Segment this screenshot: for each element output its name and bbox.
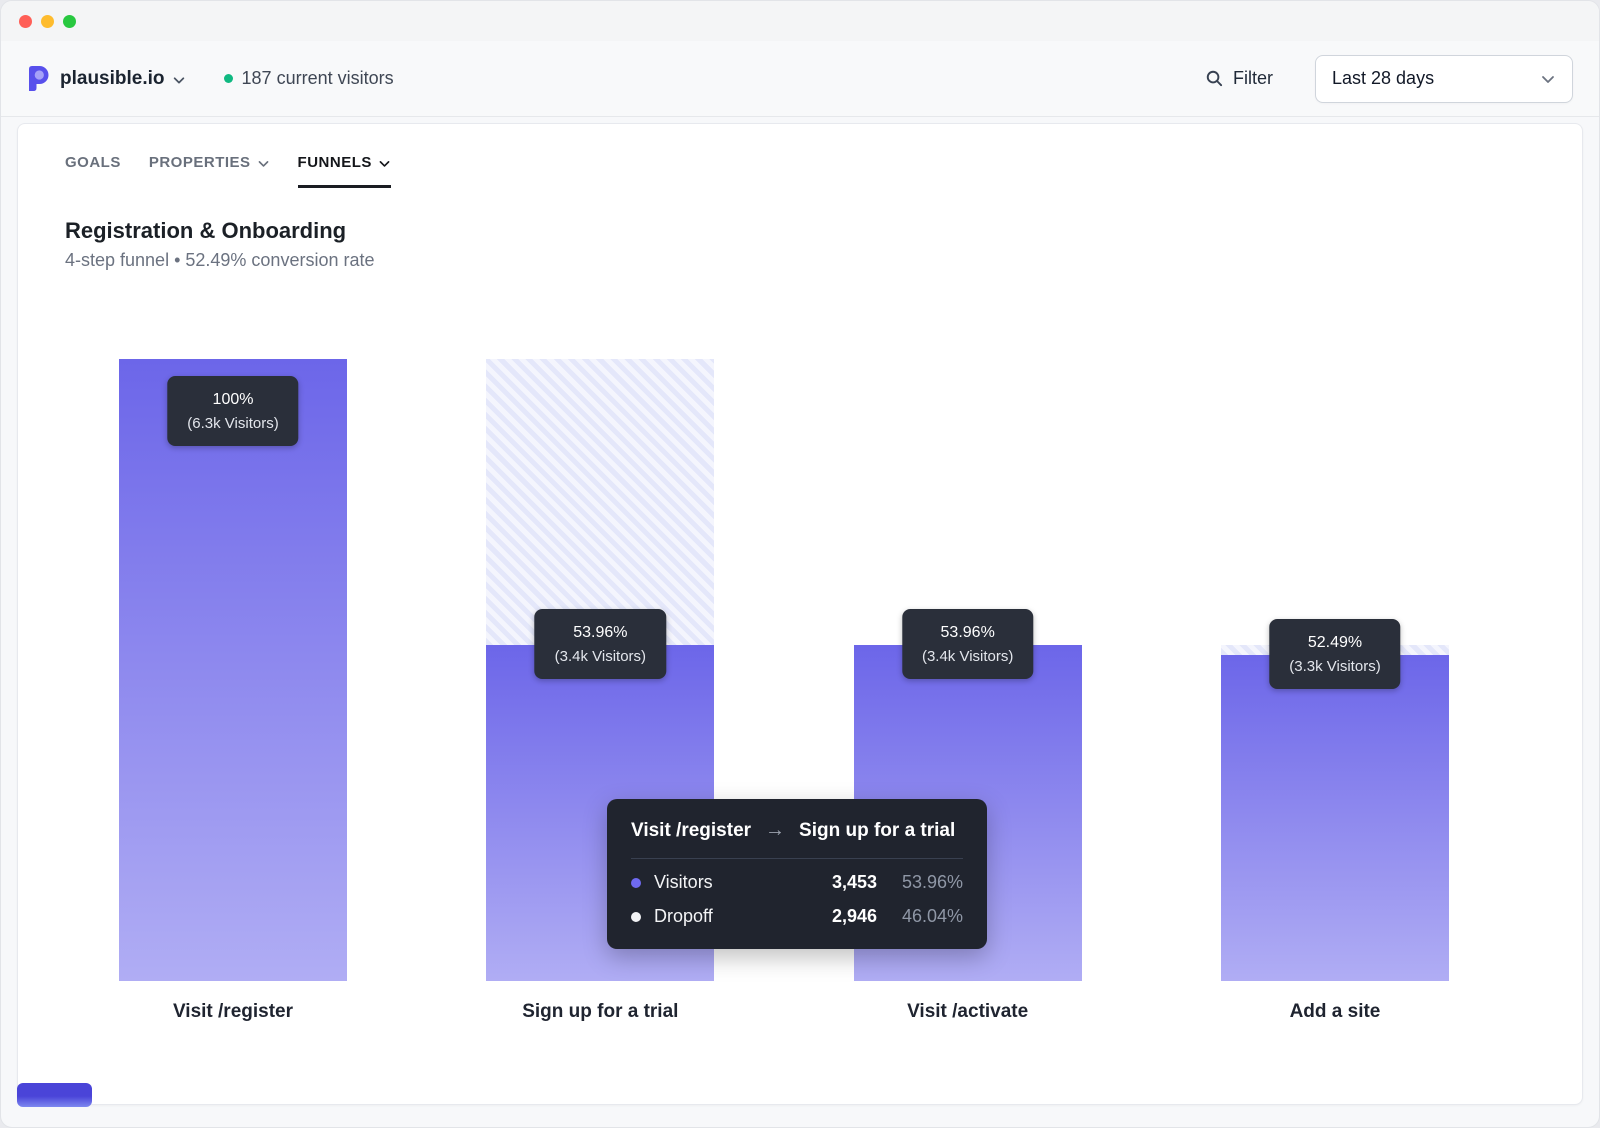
chevron-down-icon [378, 157, 391, 170]
plausible-logo-icon [27, 65, 50, 92]
date-range-select[interactable]: Last 28 days [1315, 55, 1573, 103]
tab-goals-label: GOALS [65, 154, 121, 171]
app-window: plausible.io 187 current visitors Filter… [0, 0, 1600, 1128]
zoom-window-button[interactable] [63, 15, 76, 28]
tooltip-to-step: Sign up for a trial [799, 820, 955, 842]
tooltip-row-label: Visitors [654, 872, 799, 893]
tooltip-row-visitors: Visitors 3,453 53.96% [631, 872, 963, 893]
funnel-step-column: 52.49% (3.3k Visitors) Add a site [1221, 359, 1449, 1023]
step-percent: 100% [187, 387, 278, 412]
step-visitors: (3.4k Visitors) [555, 645, 646, 668]
funnel-step-column: 100% (6.3k Visitors) Visit /register [119, 359, 347, 1023]
dropoff-dot-icon [631, 912, 641, 922]
tooltip-row-label: Dropoff [654, 906, 799, 927]
arrow-right-icon: → [765, 819, 785, 842]
chevron-down-icon [1540, 71, 1556, 87]
tab-properties-label: PROPERTIES [149, 154, 251, 171]
partially-visible-element [17, 1083, 92, 1107]
current-visitors-indicator[interactable]: 187 current visitors [224, 68, 394, 89]
filter-button[interactable]: Filter [1205, 68, 1273, 89]
funnel-bar[interactable] [1221, 655, 1449, 982]
step-visitors: (6.3k Visitors) [187, 412, 278, 435]
step-label: Sign up for a trial [486, 1001, 714, 1023]
funnel-tooltip: Visit /register → Sign up for a trial Vi… [607, 799, 987, 949]
step-percent: 53.96% [922, 620, 1013, 645]
tooltip-header: Visit /register → Sign up for a trial [631, 819, 963, 842]
funnel-subtitle: 4-step funnel • 52.49% conversion rate [65, 250, 1535, 271]
chevron-down-icon [172, 73, 186, 87]
funnel-title: Registration & Onboarding [65, 218, 1535, 244]
funnel-chart: 100% (6.3k Visitors) Visit /register 53.… [18, 359, 1582, 1023]
top-navigation-bar: plausible.io 187 current visitors Filter… [1, 41, 1599, 117]
step-visitors: (3.3k Visitors) [1289, 655, 1380, 678]
tooltip-from-step: Visit /register [631, 820, 751, 842]
tab-goals[interactable]: GOALS [65, 152, 121, 188]
live-visitors-dot-icon [224, 74, 233, 83]
step-label: Visit /activate [854, 1001, 1082, 1023]
current-visitors-label: 187 current visitors [242, 68, 394, 89]
step-stats-badge: 53.96% (3.4k Visitors) [902, 609, 1033, 679]
tooltip-divider [631, 858, 963, 859]
tooltip-row-value: 3,453 [799, 872, 877, 893]
report-tabs: GOALS PROPERTIES FUNNELS [65, 152, 1535, 188]
chevron-down-icon [257, 157, 270, 170]
step-label: Visit /register [119, 1001, 347, 1023]
tooltip-row-value: 2,946 [799, 906, 877, 927]
tooltip-row-percent: 46.04% [877, 906, 963, 927]
step-percent: 52.49% [1289, 630, 1380, 655]
main-content: GOALS PROPERTIES FUNNELS Registration & … [1, 117, 1599, 1128]
step-stats-badge: 100% (6.3k Visitors) [167, 376, 298, 446]
step-stats-badge: 52.49% (3.3k Visitors) [1269, 619, 1400, 689]
step-label: Add a site [1221, 1001, 1449, 1023]
step-percent: 53.96% [555, 620, 646, 645]
close-window-button[interactable] [19, 15, 32, 28]
step-visitors: (3.4k Visitors) [922, 645, 1013, 668]
dropoff-area [486, 359, 714, 645]
site-name: plausible.io [60, 68, 165, 90]
step-stats-badge: 53.96% (3.4k Visitors) [535, 609, 666, 679]
search-icon [1205, 69, 1224, 88]
funnel-card: GOALS PROPERTIES FUNNELS Registration & … [17, 123, 1583, 1105]
tab-properties[interactable]: PROPERTIES [149, 152, 270, 188]
funnel-bar[interactable] [119, 359, 347, 981]
tooltip-row-dropoff: Dropoff 2,946 46.04% [631, 906, 963, 927]
visitors-dot-icon [631, 878, 641, 888]
tooltip-row-percent: 53.96% [877, 872, 963, 893]
minimize-window-button[interactable] [41, 15, 54, 28]
tab-funnels-label: FUNNELS [298, 154, 372, 171]
tab-funnels[interactable]: FUNNELS [298, 152, 391, 188]
site-switcher[interactable]: plausible.io [60, 68, 186, 90]
filter-label: Filter [1233, 68, 1273, 89]
date-range-value: Last 28 days [1332, 68, 1434, 89]
window-titlebar [1, 1, 1599, 41]
